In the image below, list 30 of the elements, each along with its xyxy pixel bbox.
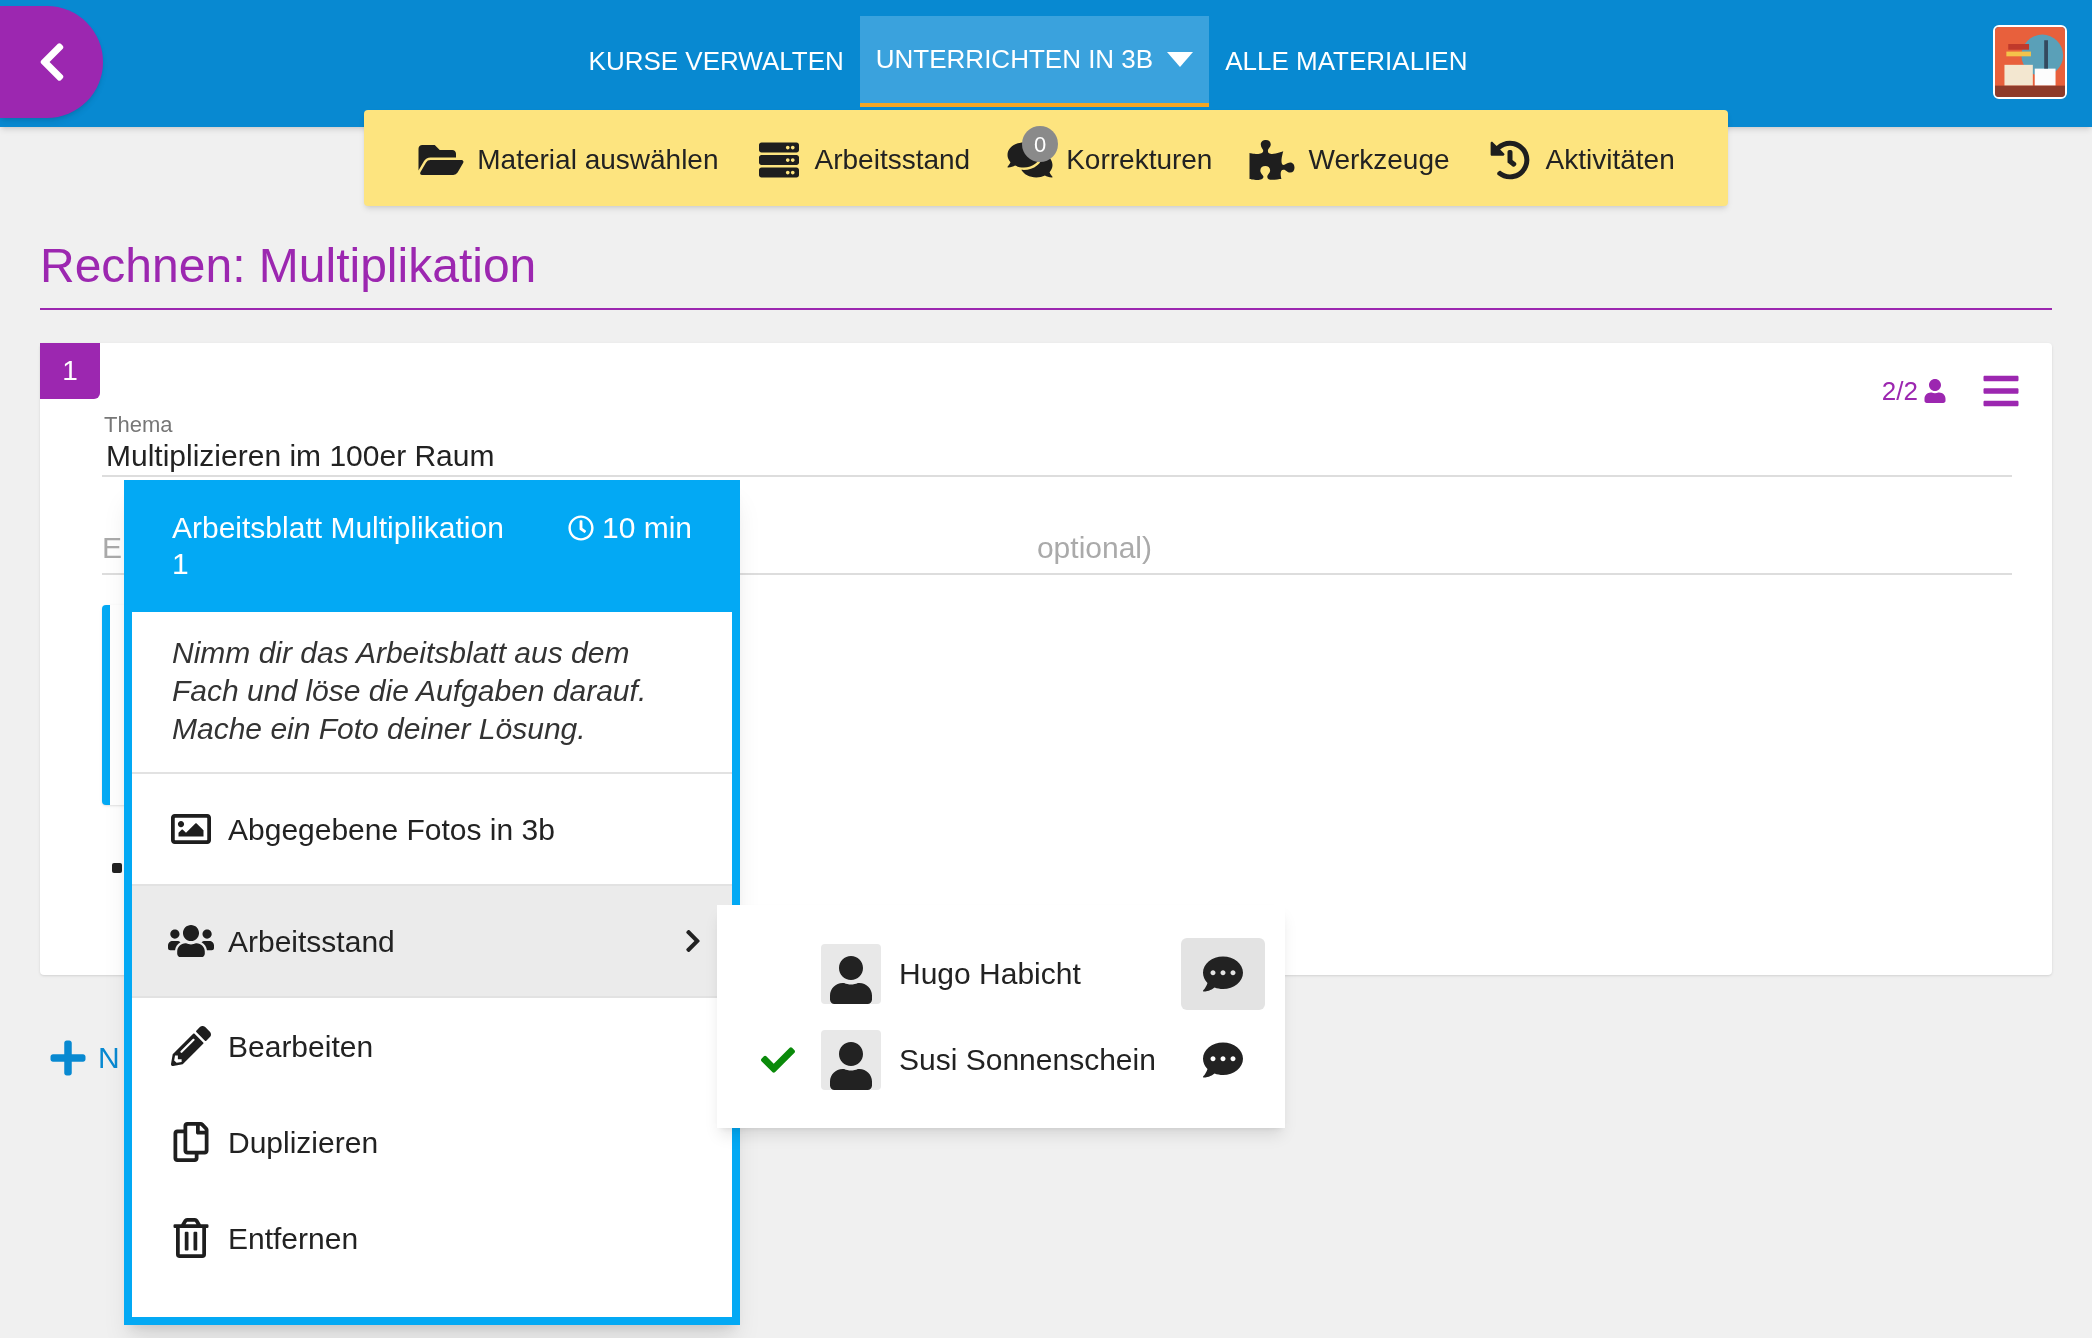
page-title: Rechnen: Multiplikation [40, 238, 538, 294]
toolbar-button[interactable]: Werkzeuge [1248, 123, 1450, 193]
student-row[interactable]: Susi Sonnenschein [757, 1023, 1265, 1096]
student-name: Susi Sonnenschein [899, 1042, 1157, 1078]
dash-mark [112, 863, 122, 873]
field-label: Thema [103, 413, 173, 437]
topic-field[interactable]: Multiplizieren im 100er Raum [102, 437, 2012, 477]
clock-icon [567, 515, 594, 541]
lesson-number: 1 [40, 343, 100, 399]
chat-button[interactable] [1181, 937, 1265, 1010]
placeholder-text: optional) [1036, 529, 1152, 566]
toolbar-button[interactable]: 0 Korrekturen [1006, 123, 1213, 193]
back-button[interactable] [0, 6, 103, 118]
student-row[interactable]: Hugo Habicht [757, 937, 1265, 1010]
user-avatar-icon [821, 943, 881, 1004]
toolbar-button[interactable]: Aktivitäten [1485, 123, 1675, 193]
participant-count: 2/2 [1881, 374, 1918, 408]
user-avatar-icon [821, 1029, 881, 1090]
nav-tab[interactable]: ALLE MATERIALIEN [1209, 16, 1484, 107]
placeholder-text: E [102, 529, 122, 566]
student-name: Hugo Habicht [899, 956, 1082, 992]
toolbar-button[interactable]: Material auswählen [417, 123, 719, 193]
count-badge: 0 [1022, 126, 1059, 162]
puzzle-icon [1248, 140, 1297, 180]
toolbar-button[interactable]: Arbeitsstand [754, 123, 971, 193]
nav-tab[interactable]: KURSE VERWALTEN [572, 16, 860, 107]
menu-item[interactable]: Arbeitsstand [132, 886, 732, 998]
person-icon [1924, 379, 1946, 403]
topic-value: Multiplizieren im 100er Raum [105, 441, 495, 471]
pencil-icon [168, 1026, 214, 1066]
